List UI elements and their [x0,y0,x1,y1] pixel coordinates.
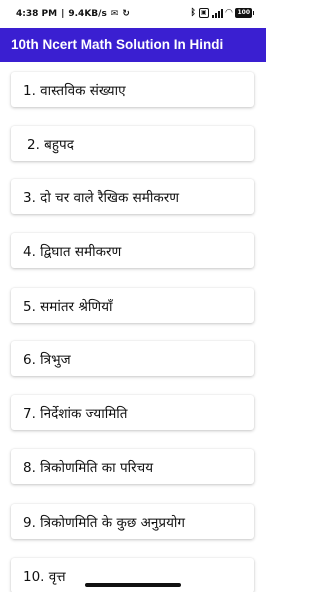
battery-level: 100 [235,8,252,18]
chapter-item-7[interactable]: 7. निर्देशांक ज्यामिति [11,395,254,430]
status-bar-left: 4:38 PM | 9.4KB/s ✉ ↻ [16,8,130,20]
chapter-label: 6. त्रिभुज [23,352,71,368]
chapter-item-9[interactable]: 9. त्रिकोणमिति के कुछ अनुप्रयोग [11,504,254,539]
chapter-item-4[interactable]: 4. द्विघात समीकरण [11,233,254,268]
gesture-nav-handle[interactable] [85,583,181,587]
sync-icon: ↻ [122,9,130,19]
bluetooth-icon: ᛒ [190,8,196,18]
signal-icon [211,8,223,18]
chapter-label: 7. निर्देशांक ज्यामिति [23,406,128,422]
chapter-label: 9. त्रिकोणमिति के कुछ अनुप्रयोग [23,515,185,531]
chapter-item-3[interactable]: 3. दो चर वाले रैखिक समीकरण [11,179,254,214]
chapter-label: 5. समांतर श्रेणियाँ [23,299,113,315]
chapter-label: 1. वास्तविक संख्याए [23,83,126,99]
sim-card-icon: ▣ [198,8,209,18]
chapter-item-5[interactable]: 5. समांतर श्रेणियाँ [11,288,254,323]
chapter-label: 2. बहुपद [27,137,74,153]
chapter-label: 10. वृत्त [23,569,66,585]
chapter-item-8[interactable]: 8. त्रिकोणमिति का परिचय [11,449,254,484]
status-bar-right: ᛒ ▣ ◠ 100 [190,7,254,19]
network-speed: 9.4KB/s [68,9,107,19]
notification-icon: ✉ [110,9,119,19]
status-separator: | [61,9,65,19]
status-bar: 4:38 PM | 9.4KB/s ✉ ↻ ᛒ ▣ ◠ 100 [0,0,266,28]
chapter-item-6[interactable]: 6. त्रिभुज [11,341,254,376]
chapter-label: 8. त्रिकोणमिति का परिचय [23,460,154,476]
battery-icon: 100 [235,8,254,18]
chapter-item-1[interactable]: 1. वास्तविक संख्याए [11,72,254,107]
chapter-list[interactable]: 1. वास्तविक संख्याए 2. बहुपद 3. दो चर वा… [0,62,266,592]
status-time: 4:38 PM [16,9,58,19]
chapter-label: 3. दो चर वाले रैखिक समीकरण [23,190,180,206]
app-bar: 10th Ncert Math Solution In Hindi [0,28,266,62]
app-title: 10th Ncert Math Solution In Hindi [11,37,224,52]
chapter-label: 4. द्विघात समीकरण [23,244,122,260]
wifi-icon: ◠ [225,8,233,18]
chapter-item-2[interactable]: 2. बहुपद [11,126,254,161]
